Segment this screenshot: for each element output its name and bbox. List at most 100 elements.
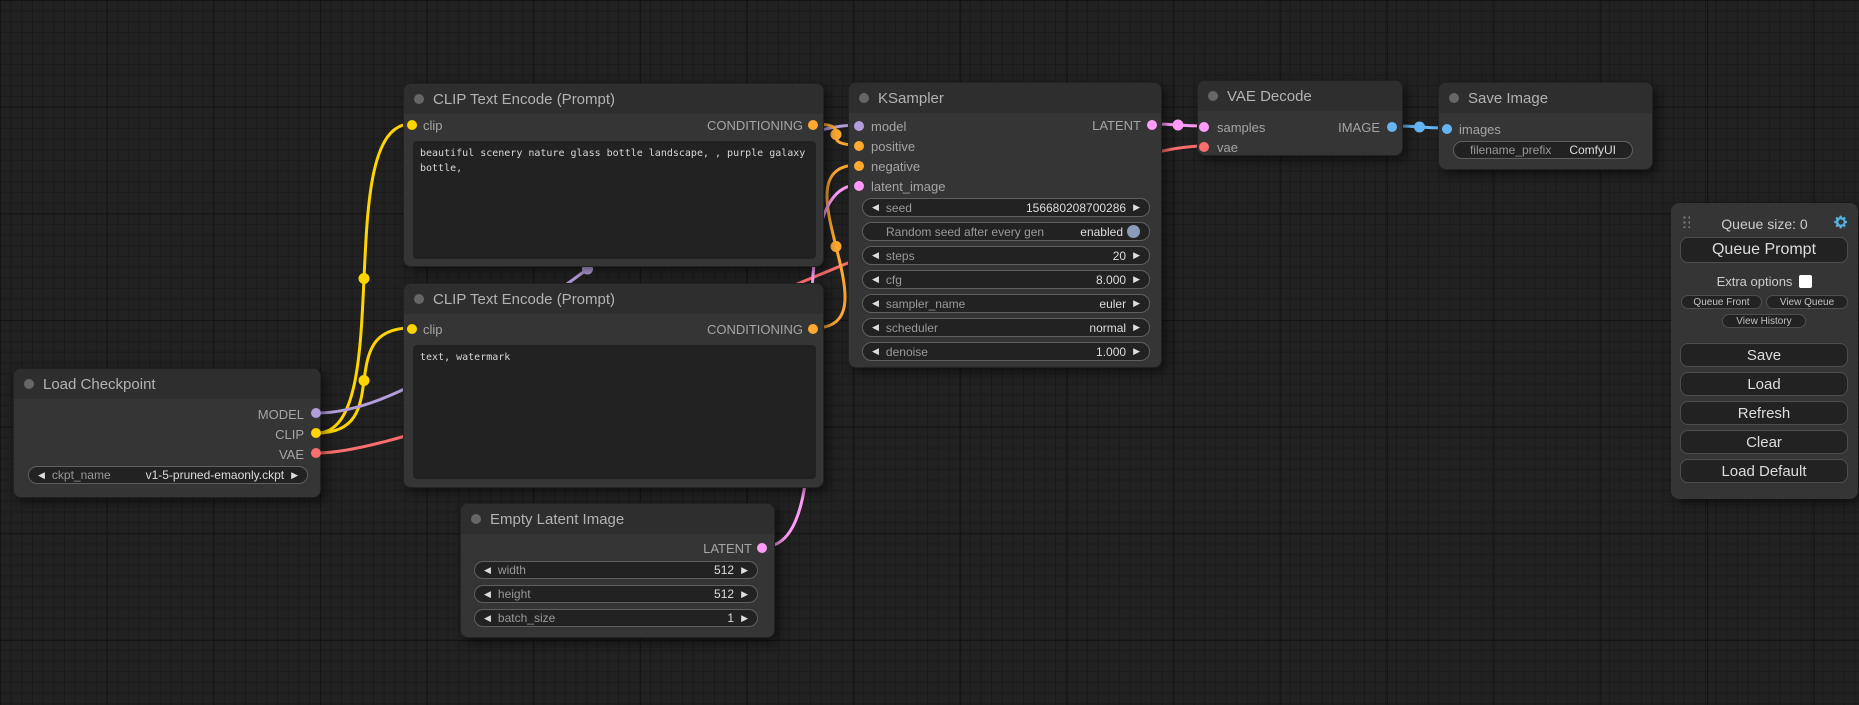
link-midpoint-dot-clip-to-positive-prompt[interactable] bbox=[359, 273, 370, 284]
node-title-bar[interactable]: KSampler bbox=[849, 83, 1161, 113]
widget-scheduler[interactable]: ◀ scheduler normal ▶ bbox=[862, 318, 1150, 337]
node-title: Load Checkpoint bbox=[43, 376, 156, 393]
input-port-vae[interactable] bbox=[1199, 142, 1209, 152]
refresh-button[interactable]: Refresh bbox=[1680, 401, 1848, 425]
view-history-button[interactable]: View History bbox=[1722, 314, 1806, 328]
decrement-arrow-icon[interactable]: ◀ bbox=[872, 275, 879, 284]
input-label-images: images bbox=[1459, 123, 1501, 136]
output-port-clip[interactable] bbox=[311, 428, 321, 438]
widget-width[interactable]: ◀ width 512 ▶ bbox=[474, 561, 758, 579]
node-title-bar[interactable]: CLIP Text Encode (Prompt) bbox=[404, 84, 823, 114]
node-save-image[interactable]: Save Image images filename_prefix ComfyU… bbox=[1438, 82, 1653, 170]
increment-arrow-icon[interactable]: ▶ bbox=[1133, 275, 1140, 284]
widget-denoise[interactable]: ◀ denoise 1.000 ▶ bbox=[862, 342, 1150, 361]
output-port-conditioning[interactable] bbox=[808, 324, 818, 334]
node-title: CLIP Text Encode (Prompt) bbox=[433, 291, 615, 308]
node-title-bar[interactable]: Save Image bbox=[1439, 83, 1652, 113]
decrement-arrow-icon[interactable]: ◀ bbox=[38, 471, 45, 480]
decrement-arrow-icon[interactable]: ◀ bbox=[872, 251, 879, 260]
link-midpoint-dot-negative-conditioning[interactable] bbox=[831, 241, 842, 252]
input-port-clip[interactable] bbox=[407, 324, 417, 334]
prompt-textarea[interactable]: text, watermark bbox=[413, 345, 816, 479]
load-button[interactable]: Load bbox=[1680, 372, 1848, 396]
output-port-latent[interactable] bbox=[757, 543, 767, 553]
widget-ckpt-name[interactable]: ◀ ckpt_name v1-5-pruned-emaonly.ckpt ▶ bbox=[28, 466, 308, 484]
node-load-checkpoint[interactable]: Load Checkpoint MODEL CLIP VAE ◀ ckpt_na… bbox=[13, 368, 321, 498]
widget-height[interactable]: ◀ height 512 ▶ bbox=[474, 585, 758, 603]
output-port-vae[interactable] bbox=[311, 448, 321, 458]
output-port-model[interactable] bbox=[311, 408, 321, 418]
queue-prompt-button[interactable]: Queue Prompt bbox=[1680, 237, 1848, 263]
widget-random-seed-toggle[interactable]: Random seed after every gen enabled bbox=[862, 222, 1150, 241]
increment-arrow-icon[interactable]: ▶ bbox=[741, 566, 748, 575]
input-port-positive[interactable] bbox=[854, 141, 864, 151]
load-default-button[interactable]: Load Default bbox=[1680, 459, 1848, 483]
node-empty-latent-image[interactable]: Empty Latent Image LATENT ◀ width 512 ▶ … bbox=[460, 503, 775, 638]
output-label-image: IMAGE bbox=[1338, 121, 1380, 134]
increment-arrow-icon[interactable]: ▶ bbox=[291, 471, 298, 480]
input-port-model[interactable] bbox=[854, 121, 864, 131]
widget-steps[interactable]: ◀ steps 20 ▶ bbox=[862, 246, 1150, 265]
node-title-bar[interactable]: Load Checkpoint bbox=[14, 369, 320, 399]
node-title: Empty Latent Image bbox=[490, 511, 624, 528]
input-port-clip[interactable] bbox=[407, 120, 417, 130]
input-port-negative[interactable] bbox=[854, 161, 864, 171]
toggle-dot[interactable] bbox=[1127, 225, 1140, 238]
widget-cfg[interactable]: ◀ cfg 8.000 ▶ bbox=[862, 270, 1150, 289]
decrement-arrow-icon[interactable]: ◀ bbox=[872, 299, 879, 308]
widget-filename-prefix[interactable]: filename_prefix ComfyUI bbox=[1453, 141, 1633, 159]
save-button[interactable]: Save bbox=[1680, 343, 1848, 367]
input-label-positive: positive bbox=[871, 140, 915, 153]
decrement-arrow-icon[interactable]: ◀ bbox=[872, 347, 879, 356]
queue-front-button[interactable]: Queue Front bbox=[1681, 295, 1762, 309]
extra-options-checkbox[interactable] bbox=[1799, 275, 1812, 288]
input-label-clip: clip bbox=[423, 323, 443, 336]
clear-button[interactable]: Clear bbox=[1680, 430, 1848, 454]
link-midpoint-dot-positive-conditioning[interactable] bbox=[831, 129, 842, 140]
node-ksampler[interactable]: KSampler model positive negative latent_… bbox=[848, 82, 1162, 368]
increment-arrow-icon[interactable]: ▶ bbox=[1133, 299, 1140, 308]
link-midpoint-dot-latent-to-samples[interactable] bbox=[1173, 120, 1184, 131]
input-port-latent-image[interactable] bbox=[854, 181, 864, 191]
decrement-arrow-icon[interactable]: ◀ bbox=[872, 203, 879, 212]
increment-arrow-icon[interactable]: ▶ bbox=[1133, 251, 1140, 260]
node-status-dot bbox=[471, 514, 481, 524]
node-graph-canvas[interactable]: Load Checkpoint MODEL CLIP VAE ◀ ckpt_na… bbox=[0, 0, 1859, 705]
node-title-bar[interactable]: Empty Latent Image bbox=[461, 504, 774, 534]
increment-arrow-icon[interactable]: ▶ bbox=[741, 590, 748, 599]
settings-gear-icon[interactable] bbox=[1833, 214, 1849, 230]
widget-sampler-name[interactable]: ◀ sampler_name euler ▶ bbox=[862, 294, 1150, 313]
input-label-latent-image: latent_image bbox=[871, 180, 945, 193]
output-port-image[interactable] bbox=[1387, 122, 1397, 132]
input-port-samples[interactable] bbox=[1199, 122, 1209, 132]
decrement-arrow-icon[interactable]: ◀ bbox=[484, 566, 491, 575]
link-midpoint-dot-image-to-save[interactable] bbox=[1414, 122, 1425, 133]
increment-arrow-icon[interactable]: ▶ bbox=[741, 614, 748, 623]
node-clip-text-encode-positive[interactable]: CLIP Text Encode (Prompt) clip CONDITION… bbox=[403, 83, 824, 267]
node-clip-text-encode-negative[interactable]: CLIP Text Encode (Prompt) clip CONDITION… bbox=[403, 283, 824, 488]
node-title-bar[interactable]: VAE Decode bbox=[1198, 81, 1402, 111]
input-port-images[interactable] bbox=[1442, 124, 1452, 134]
decrement-arrow-icon[interactable]: ◀ bbox=[484, 614, 491, 623]
widget-name: ckpt_name bbox=[52, 469, 111, 481]
widget-batch-size[interactable]: ◀ batch_size 1 ▶ bbox=[474, 609, 758, 627]
node-title-bar[interactable]: CLIP Text Encode (Prompt) bbox=[404, 284, 823, 314]
widget-seed[interactable]: ◀ seed 156680208700286 ▶ bbox=[862, 198, 1150, 217]
increment-arrow-icon[interactable]: ▶ bbox=[1133, 323, 1140, 332]
output-port-latent[interactable] bbox=[1147, 120, 1157, 130]
decrement-arrow-icon[interactable]: ◀ bbox=[872, 323, 879, 332]
node-status-dot bbox=[1208, 91, 1218, 101]
menu-panel[interactable]: Queue size: 0 Queue Prompt Extra options… bbox=[1671, 203, 1858, 499]
node-status-dot bbox=[1449, 93, 1459, 103]
node-vae-decode[interactable]: VAE Decode samples vae IMAGE bbox=[1197, 80, 1403, 156]
output-port-conditioning[interactable] bbox=[808, 120, 818, 130]
increment-arrow-icon[interactable]: ▶ bbox=[1133, 203, 1140, 212]
prompt-textarea[interactable]: beautiful scenery nature glass bottle la… bbox=[413, 141, 816, 259]
output-label-model: MODEL bbox=[258, 408, 304, 421]
link-midpoint-dot-clip-to-negative-prompt[interactable] bbox=[359, 375, 370, 386]
output-label-latent: LATENT bbox=[703, 542, 752, 555]
input-label-samples: samples bbox=[1217, 121, 1265, 134]
view-queue-button[interactable]: View Queue bbox=[1766, 295, 1848, 309]
increment-arrow-icon[interactable]: ▶ bbox=[1133, 347, 1140, 356]
decrement-arrow-icon[interactable]: ◀ bbox=[484, 590, 491, 599]
